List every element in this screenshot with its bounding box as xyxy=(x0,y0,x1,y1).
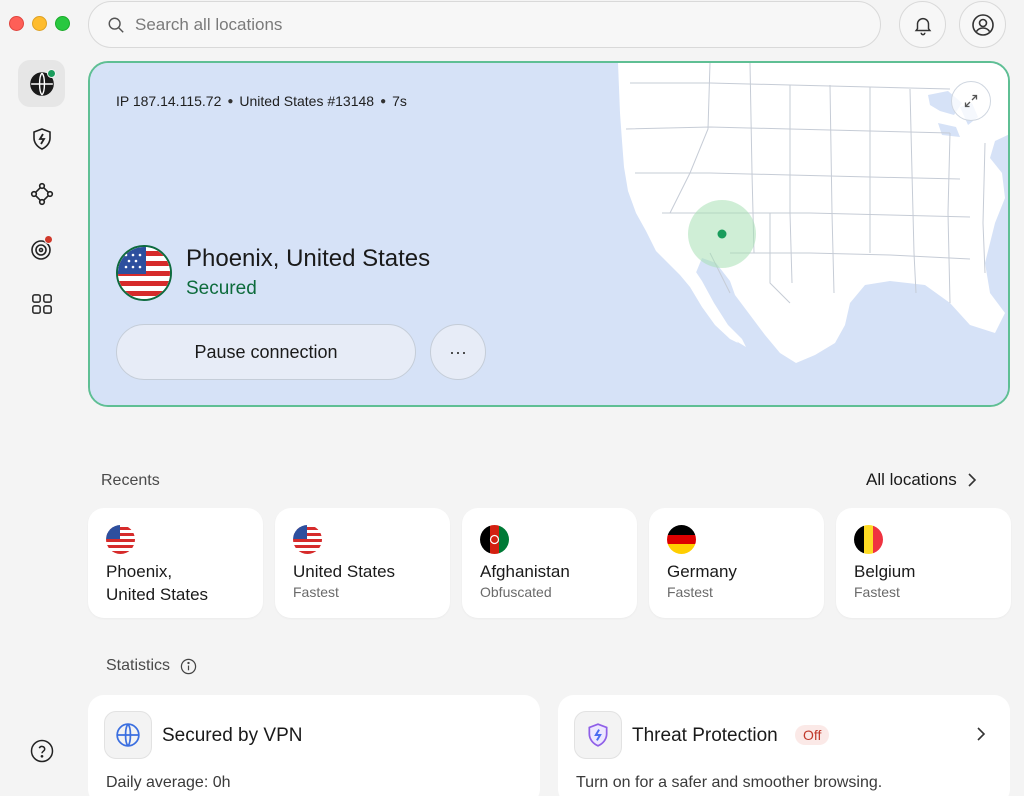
germany-flag-icon xyxy=(667,525,696,554)
recent-location-type: Fastest xyxy=(854,584,900,600)
threat-protection-card[interactable]: Threat Protection Off Turn on for a safe… xyxy=(558,695,1010,796)
user-icon xyxy=(971,13,994,36)
search-icon xyxy=(108,17,124,33)
recent-location-card[interactable]: Germany Fastest xyxy=(649,508,824,618)
threat-protection-description: Turn on for a safer and smoother browsin… xyxy=(576,774,883,791)
sidebar-item-apps[interactable] xyxy=(18,280,65,327)
expand-icon xyxy=(964,94,978,108)
statistics-heading: Statistics xyxy=(106,657,197,675)
recent-location-card[interactable]: Belgium Fastest xyxy=(836,508,1011,618)
minimize-window-button[interactable] xyxy=(32,16,47,31)
recents-heading: Recents xyxy=(101,472,160,489)
connection-duration: 7s xyxy=(392,93,407,109)
more-options-button[interactable]: ··· xyxy=(430,324,486,380)
alert-dot xyxy=(44,235,53,244)
help-icon xyxy=(30,739,53,762)
account-button[interactable] xyxy=(959,1,1006,48)
server-name: United States #13148 xyxy=(239,93,375,109)
all-locations-link[interactable]: All locations xyxy=(866,470,977,490)
recent-location-type: Fastest xyxy=(293,584,339,600)
bell-icon xyxy=(914,17,931,35)
search-bar[interactable] xyxy=(88,1,881,48)
status-badge: Off xyxy=(795,725,830,745)
notifications-button[interactable] xyxy=(899,1,946,48)
recent-location-name: Phoenix, xyxy=(106,562,173,581)
recent-location-name-line2: United States xyxy=(106,585,209,604)
vpn-daily-average: Daily average: 0h xyxy=(106,774,231,791)
vpn-stat-card[interactable]: Secured by VPN Daily average: 0h xyxy=(88,695,540,796)
recent-location-type: Fastest xyxy=(667,584,713,600)
connection-status: Secured xyxy=(186,278,257,299)
globe-icon xyxy=(104,711,152,759)
help-button[interactable] xyxy=(18,727,65,774)
recent-location-name: Afghanistan xyxy=(480,562,570,581)
threat-protection-title: Threat Protection xyxy=(632,725,778,746)
recent-location-card[interactable]: United States Fastest xyxy=(275,508,450,618)
sidebar-item-meshnet[interactable] xyxy=(18,170,65,217)
info-icon[interactable] xyxy=(180,658,197,675)
all-locations-label: All locations xyxy=(866,470,957,489)
connection-info: IP 187.14.115.72 ● United States #13148 … xyxy=(116,93,407,109)
recent-location-name: United States xyxy=(293,562,396,581)
connected-dot xyxy=(47,69,56,78)
recent-location-name: Belgium xyxy=(854,562,916,581)
shield-bolt-icon xyxy=(574,711,622,759)
sidebar-item-vpn[interactable] xyxy=(18,60,65,107)
us-flag-icon xyxy=(293,525,322,554)
recent-location-type: Obfuscated xyxy=(480,584,552,600)
sidebar-item-threat-protection[interactable] xyxy=(18,115,65,162)
belgium-flag-icon xyxy=(854,525,883,554)
expand-map-button[interactable] xyxy=(951,81,991,121)
pause-connection-button[interactable]: Pause connection xyxy=(116,324,416,380)
recent-location-card[interactable]: Afghanistan Obfuscated xyxy=(462,508,637,618)
shield-bolt-icon xyxy=(32,127,51,150)
recents-list: Phoenix, United States United States Fas… xyxy=(88,508,1011,618)
connection-card: IP 187.14.115.72 ● United States #13148 … xyxy=(88,61,1010,407)
connected-location: Phoenix, United States xyxy=(186,245,431,272)
close-window-button[interactable] xyxy=(9,16,24,31)
chevron-right-icon xyxy=(968,473,976,487)
window-controls xyxy=(9,16,70,31)
meshnet-icon xyxy=(30,182,53,205)
recent-location-name: Germany xyxy=(667,562,737,581)
us-flag-icon xyxy=(116,245,172,301)
sidebar-item-dark-web-monitor[interactable] xyxy=(18,225,65,272)
us-flag-icon xyxy=(106,525,135,554)
sidebar xyxy=(18,60,65,335)
afghanistan-flag-icon xyxy=(480,525,509,554)
ip-address: IP 187.14.115.72 xyxy=(116,93,222,109)
maximize-window-button[interactable] xyxy=(55,16,70,31)
chevron-right-icon[interactable] xyxy=(976,726,986,742)
statistics-label: Statistics xyxy=(106,657,171,674)
vpn-stat-title: Secured by VPN xyxy=(162,725,303,746)
search-input[interactable] xyxy=(135,14,835,35)
grid-icon xyxy=(31,293,52,314)
recent-location-card[interactable]: Phoenix, United States xyxy=(88,508,263,618)
